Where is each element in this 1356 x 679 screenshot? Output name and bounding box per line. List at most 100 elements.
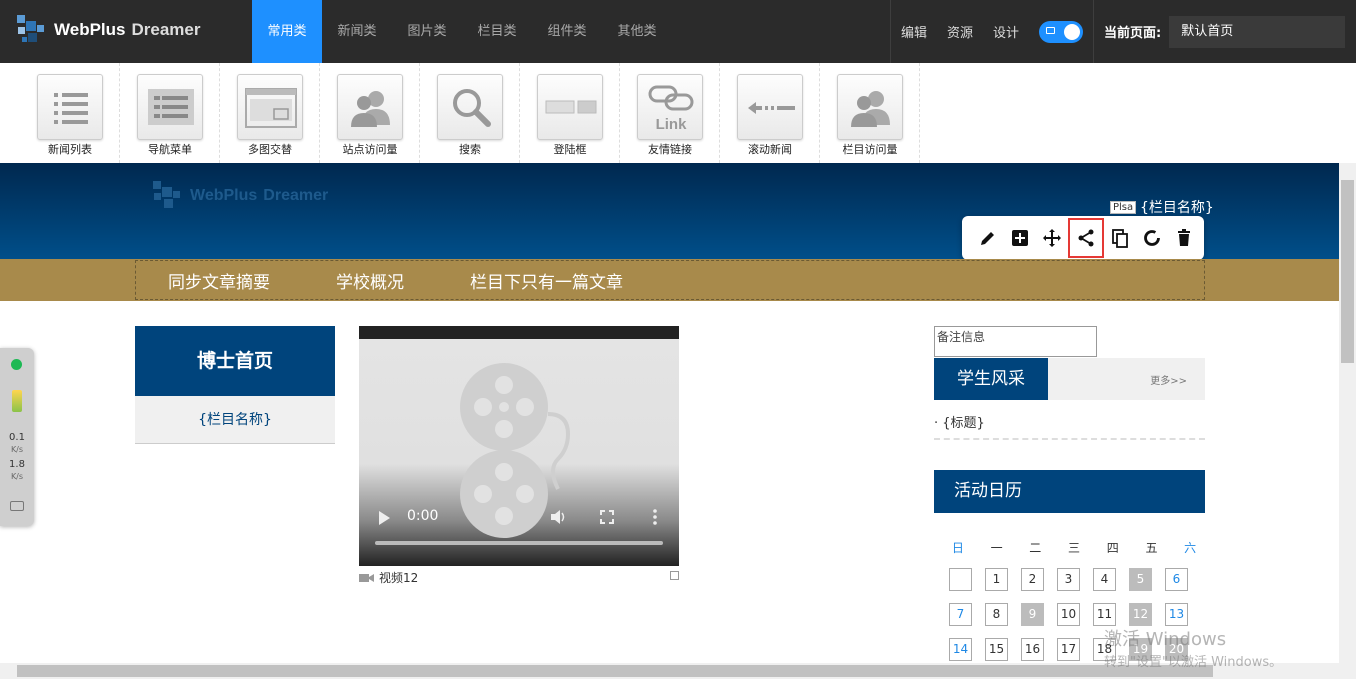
widget-label: 导航菜单: [148, 143, 192, 156]
site-banner[interactable]: WebPlus Dreamer {栏目名称} Plsa: [0, 163, 1339, 260]
calendar-day[interactable]: 13: [1165, 603, 1188, 626]
video-progress-bar[interactable]: [375, 541, 663, 545]
calendar-day[interactable]: 12: [1129, 603, 1152, 626]
tab-columns[interactable]: 栏目类: [462, 0, 532, 63]
widget-column-visits[interactable]: 栏目访问量: [820, 63, 920, 163]
slideshow-icon: [245, 88, 297, 128]
nav-item-summary[interactable]: 同步文章摘要: [168, 268, 270, 293]
video-time: 0:00: [407, 508, 439, 524]
site-nav: 同步文章摘要 学校概况 栏目下只有一篇文章: [0, 259, 1339, 301]
weekday: 三: [1068, 541, 1081, 555]
widget-label: 搜索: [459, 143, 481, 156]
nav-item-overview[interactable]: 学校概况: [336, 268, 404, 293]
current-page-select[interactable]: 默认首页: [1169, 15, 1346, 48]
upload-unit: K/s: [10, 445, 24, 454]
tab-news[interactable]: 新闻类: [322, 0, 392, 63]
section-header: 学生风采 更多>>: [934, 358, 1205, 400]
nav-item-single-article[interactable]: 栏目下只有一篇文章: [470, 268, 623, 293]
tab-images[interactable]: 图片类: [392, 0, 462, 63]
calendar-day[interactable]: 14: [949, 638, 972, 661]
users-icon: [351, 91, 390, 127]
widget-news-list[interactable]: 新闻列表: [20, 63, 120, 163]
pencil-icon: [981, 232, 994, 245]
delete-tool-button[interactable]: [1168, 222, 1200, 254]
widget-slideshow[interactable]: 多图交替: [220, 63, 320, 163]
refresh-tool-button[interactable]: [1136, 222, 1168, 254]
calendar-day[interactable]: 8: [985, 603, 1008, 626]
left-column-title[interactable]: 博士首页: [135, 326, 335, 396]
calendar-day[interactable]: 10: [1057, 603, 1080, 626]
more-link[interactable]: 更多>>: [1150, 372, 1187, 387]
play-icon[interactable]: [377, 510, 391, 526]
volume-icon[interactable]: [550, 509, 568, 525]
left-column-item[interactable]: {栏目名称}: [135, 396, 335, 444]
edit-tool-button[interactable]: [972, 222, 1004, 254]
design-button[interactable]: 设计: [993, 22, 1019, 41]
widget-site-visits[interactable]: 站点访问量: [320, 63, 420, 163]
widget-scroll-news[interactable]: 滚动新闻: [720, 63, 820, 163]
resources-button[interactable]: 资源: [947, 22, 973, 41]
toggle-knob: [1064, 23, 1081, 40]
horizontal-scroll-thumb[interactable]: [17, 665, 1213, 677]
scroll-news-icon: [748, 102, 795, 114]
video-player[interactable]: 0:00: [359, 326, 679, 566]
nav-menu-icon: [148, 89, 194, 125]
camera-icon[interactable]: [10, 501, 24, 511]
add-tool-button[interactable]: [1004, 222, 1036, 254]
top-actions: 编辑 资源 设计 当前页面: 默认首页: [890, 0, 1346, 63]
vertical-scrollbar[interactable]: [1339, 163, 1356, 663]
widget-friend-links[interactable]: Link 友情链接: [620, 63, 720, 163]
banner-logo-name: WebPlus: [190, 187, 258, 204]
link-icon: Link: [648, 85, 694, 133]
calendar-day[interactable]: 16: [1021, 638, 1044, 661]
calendar-day[interactable]: 1: [985, 568, 1008, 591]
calendar-day[interactable]: 4: [1093, 568, 1116, 591]
video-controls: 0:00: [359, 496, 679, 566]
calendar-day[interactable]: 9: [1021, 603, 1044, 626]
widget-label: 滚动新闻: [748, 143, 792, 156]
note-textarea[interactable]: 备注信息: [934, 326, 1097, 357]
list-item[interactable]: · {标题}: [934, 412, 1205, 440]
left-column: 博士首页 {栏目名称}: [135, 326, 335, 444]
move-tool-button[interactable]: [1036, 222, 1068, 254]
nav-container[interactable]: 同步文章摘要 学校概况 栏目下只有一篇文章: [135, 260, 1205, 300]
copy-tool-button[interactable]: [1104, 222, 1136, 254]
calendar-day[interactable]: 6: [1165, 568, 1188, 591]
calendar-day[interactable]: 2: [1021, 568, 1044, 591]
calendar-day[interactable]: 11: [1093, 603, 1116, 626]
widget-label: 登陆框: [553, 143, 587, 156]
tab-others[interactable]: 其他类: [602, 0, 672, 63]
edit-button[interactable]: 编辑: [901, 22, 927, 41]
calendar-day[interactable]: [949, 568, 972, 591]
calendar-day[interactable]: 17: [1057, 638, 1080, 661]
external-link-icon[interactable]: [670, 571, 679, 580]
download-unit: K/s: [10, 472, 24, 481]
widget-login-box[interactable]: 登陆框: [520, 63, 620, 163]
calendar-day[interactable]: 5: [1129, 568, 1152, 591]
share-tool-button[interactable]: [1068, 218, 1104, 258]
app-logo: WebPlus Dreamer: [14, 13, 200, 47]
section-title: 学生风采: [934, 358, 1048, 400]
move-icon: [1043, 229, 1061, 247]
logo-sub: Dreamer: [131, 20, 201, 39]
widget-search[interactable]: 搜索: [420, 63, 520, 163]
copy-icon: [1112, 229, 1128, 248]
list-icon: [54, 93, 88, 124]
banner-column-name: {栏目名称}: [1140, 200, 1214, 216]
calendar-row: 1 2 3 4 5 6: [934, 568, 1205, 591]
upload-speed: 0.1: [9, 432, 25, 443]
calendar-day[interactable]: 7: [949, 603, 972, 626]
more-options-icon[interactable]: [653, 509, 657, 525]
vertical-scroll-thumb[interactable]: [1341, 180, 1354, 363]
widget-nav-menu[interactable]: 导航菜单: [120, 63, 220, 163]
network-monitor-panel[interactable]: 0.1 K/s 1.8 K/s: [0, 348, 34, 526]
calendar-day[interactable]: 3: [1057, 568, 1080, 591]
preview-toggle[interactable]: [1039, 20, 1084, 43]
logo-name: WebPlus: [54, 20, 126, 39]
tab-components[interactable]: 组件类: [532, 0, 602, 63]
fullscreen-icon[interactable]: [600, 510, 614, 524]
calendar-day[interactable]: 15: [985, 638, 1008, 661]
widget-label: 栏目访问量: [842, 143, 898, 156]
tab-common[interactable]: 常用类: [252, 0, 322, 63]
status-dot-icon: [11, 359, 22, 370]
